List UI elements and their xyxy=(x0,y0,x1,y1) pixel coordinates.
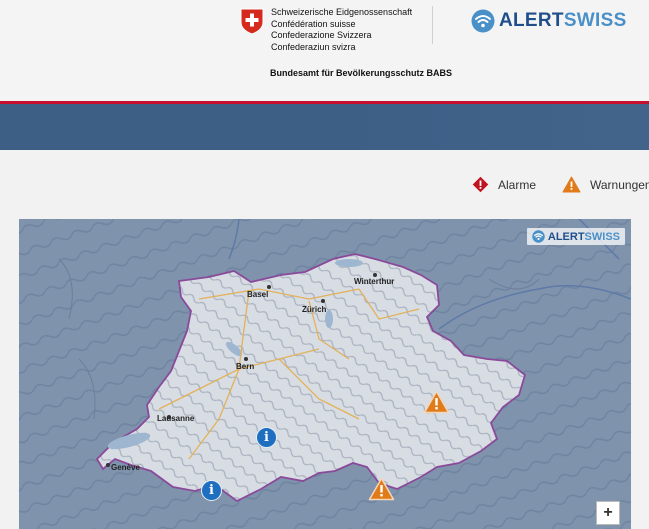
city-dot xyxy=(244,357,248,361)
logo-swiss-text: SWISS xyxy=(563,10,627,31)
city-label-lausanne: Lausanne xyxy=(157,414,195,423)
header-divider xyxy=(432,6,433,44)
city-label-basel: Basel xyxy=(247,290,269,299)
site-header: Schweizerische Eidgenossenschaft Confédé… xyxy=(0,0,649,101)
navigation-bar xyxy=(0,104,649,150)
office-name: Bundesamt für Bevölkerungsschutz BABS xyxy=(270,68,453,78)
warning-marker[interactable] xyxy=(423,390,450,414)
legend-alarm-label: Alarme xyxy=(498,177,537,192)
alertswiss-wordmark: ALERTSWISS xyxy=(499,10,627,32)
switzerland-relief-map xyxy=(19,219,631,529)
warning-icon xyxy=(562,176,581,193)
map-alertswiss-badge: ALERTSWISS xyxy=(526,228,625,245)
gov-line-fr: Confédération suisse xyxy=(271,18,356,29)
zoom-in-button[interactable]: + xyxy=(596,501,620,525)
info-marker[interactable]: i xyxy=(201,480,222,501)
info-marker[interactable]: i xyxy=(256,427,277,448)
city-label-geneve: Genève xyxy=(111,463,140,472)
alert-map[interactable]: ALERTSWISS Basel Winterthur Zürich Bern … xyxy=(19,219,631,529)
map-badge-wordmark: ALERTSWISS xyxy=(548,231,620,243)
city-label-bern: Bern xyxy=(236,362,255,371)
legend-warning[interactable]: Warnungen xyxy=(562,176,649,193)
logo-alert-text: ALERT xyxy=(499,10,564,31)
government-name-lines: Schweizerische Eidgenossenschaft Confédé… xyxy=(271,7,412,53)
warning-marker[interactable] xyxy=(368,477,395,501)
map-badge-swiss-text: SWISS xyxy=(584,230,620,243)
gov-line-it: Confederazione Svizzera xyxy=(271,30,372,40)
legend-warning-label: Warnungen xyxy=(590,177,649,192)
legend-alarm[interactable]: Alarme xyxy=(472,176,536,193)
swiss-coat-of-arms-icon xyxy=(240,8,264,35)
map-badge-alert-text: ALERT xyxy=(547,230,585,243)
alertswiss-signal-icon xyxy=(532,230,545,243)
gov-line-rm: Confederaziun svizra xyxy=(271,41,356,52)
city-dot xyxy=(321,299,325,303)
alarm-icon xyxy=(472,176,489,193)
city-dot xyxy=(267,285,271,289)
city-label-winterthur: Winterthur xyxy=(354,277,395,286)
city-label-zurich: Zürich xyxy=(302,305,327,314)
map-legend: Alarme Warnungen xyxy=(0,176,649,196)
alertswiss-logo[interactable]: ALERTSWISS xyxy=(471,7,627,35)
alertswiss-signal-icon xyxy=(471,9,495,33)
city-dot xyxy=(106,463,110,467)
gov-line-de: Schweizerische Eidgenossenschaft xyxy=(271,7,413,17)
